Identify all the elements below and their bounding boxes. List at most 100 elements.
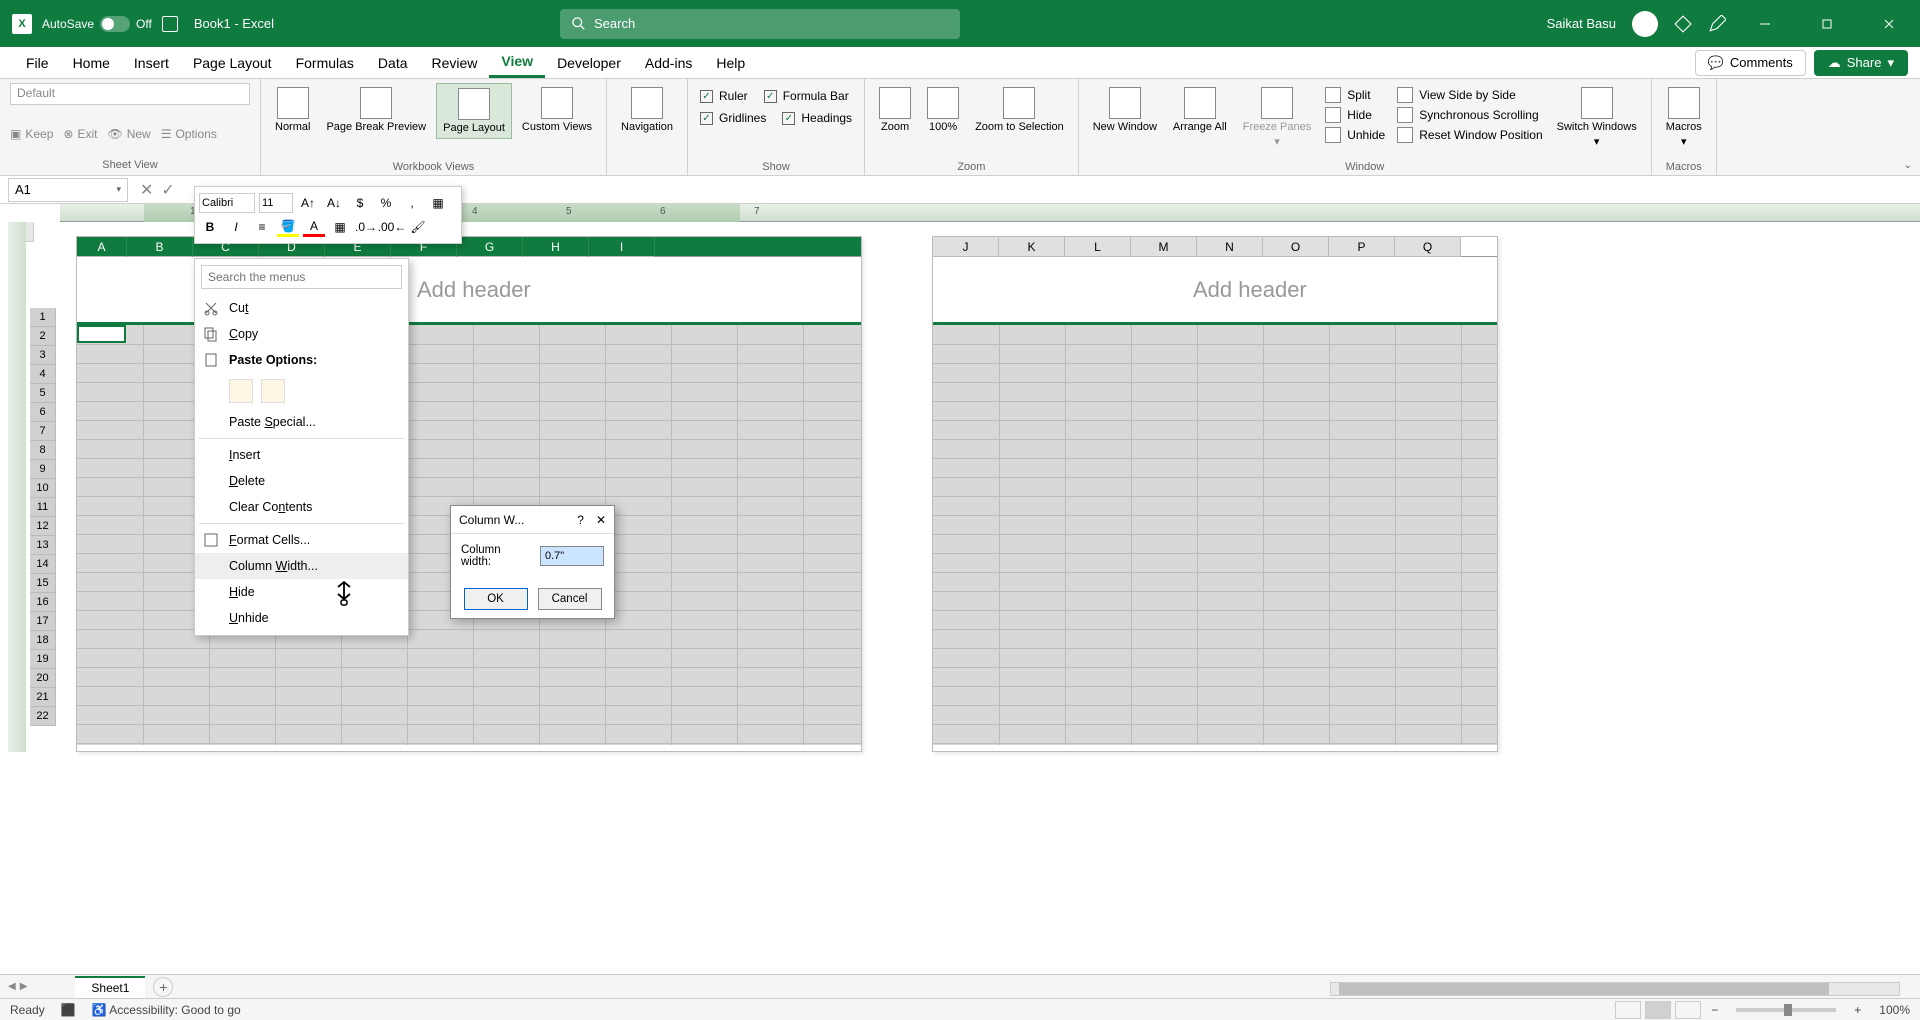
normal-view-icon[interactable] xyxy=(1615,1001,1641,1019)
collapse-ribbon-icon[interactable]: ⌄ xyxy=(1904,160,1912,171)
font-color-icon[interactable]: A xyxy=(303,217,325,237)
zoom-slider[interactable] xyxy=(1736,1008,1836,1012)
col-header-M[interactable]: M xyxy=(1131,237,1197,257)
tab-insert[interactable]: Insert xyxy=(122,49,181,77)
tab-data[interactable]: Data xyxy=(366,49,420,77)
page-2-grid[interactable] xyxy=(933,325,1497,745)
cancel-button[interactable]: Cancel xyxy=(538,588,602,610)
pencil-icon[interactable] xyxy=(1708,15,1726,33)
row-header-14[interactable]: 14 xyxy=(30,555,56,574)
tab-formulas[interactable]: Formulas xyxy=(284,49,366,77)
page-layout-button[interactable]: Page Layout xyxy=(436,83,512,139)
accessibility-status[interactable]: ♿ Accessibility: Good to go xyxy=(92,1003,241,1017)
page-2-header[interactable]: Add header xyxy=(933,257,1497,325)
increase-font-icon[interactable]: A↑ xyxy=(297,193,319,213)
split-button[interactable]: Split xyxy=(1325,87,1385,103)
next-sheet-icon[interactable]: ▶ xyxy=(20,981,28,992)
mini-font-select[interactable] xyxy=(199,193,255,213)
currency-icon[interactable]: $ xyxy=(349,193,371,213)
page-break-button[interactable]: Page Break Preview xyxy=(320,83,432,137)
menu-column-width[interactable]: Column Width... xyxy=(195,553,408,579)
format-painter-icon[interactable]: 🖌 xyxy=(407,217,429,237)
tab-review[interactable]: Review xyxy=(420,49,490,77)
prev-sheet-icon[interactable]: ◀ xyxy=(8,981,16,992)
row-header-11[interactable]: 11 xyxy=(30,498,56,517)
tab-view[interactable]: View xyxy=(489,47,545,78)
italic-icon[interactable]: I xyxy=(225,217,247,237)
comments-button[interactable]: 💬 Comments xyxy=(1695,50,1806,76)
menu-delete[interactable]: Delete xyxy=(195,468,408,494)
tab-file[interactable]: File xyxy=(14,49,61,77)
col-header-Q[interactable]: Q xyxy=(1395,237,1461,257)
zoom-level[interactable]: 100% xyxy=(1871,1003,1910,1017)
mini-size-select[interactable] xyxy=(259,193,293,213)
row-header-7[interactable]: 7 xyxy=(30,422,56,441)
maximize-button[interactable] xyxy=(1804,0,1850,47)
row-header-12[interactable]: 12 xyxy=(30,517,56,536)
row-header-8[interactable]: 8 xyxy=(30,441,56,460)
col-header-O[interactable]: O xyxy=(1263,237,1329,257)
page-break-view-icon[interactable] xyxy=(1675,1001,1701,1019)
col-header-P[interactable]: P xyxy=(1329,237,1395,257)
menu-hide[interactable]: Hide xyxy=(195,579,408,605)
enter-icon[interactable]: ✓ xyxy=(161,180,174,200)
row-header-13[interactable]: 13 xyxy=(30,536,56,555)
ok-button[interactable]: OK xyxy=(464,588,528,610)
bold-icon[interactable]: B xyxy=(199,217,221,237)
row-header-1[interactable]: 1 xyxy=(30,308,56,327)
tab-help[interactable]: Help xyxy=(704,49,757,77)
menu-cut[interactable]: Cut xyxy=(195,295,408,321)
search-box[interactable]: Search xyxy=(560,9,960,39)
row-header-6[interactable]: 6 xyxy=(30,403,56,422)
row-header-10[interactable]: 10 xyxy=(30,479,56,498)
row-header-21[interactable]: 21 xyxy=(30,688,56,707)
sheet-tab-1[interactable]: Sheet1 xyxy=(75,976,145,998)
column-width-input[interactable] xyxy=(540,546,604,566)
col-header-N[interactable]: N xyxy=(1197,237,1263,257)
row-header-4[interactable]: 4 xyxy=(30,365,56,384)
new-window-button[interactable]: New Window xyxy=(1087,83,1163,137)
comma-icon[interactable]: , xyxy=(401,193,423,213)
menu-insert[interactable]: Insert xyxy=(195,442,408,468)
minimize-button[interactable] xyxy=(1742,0,1788,47)
name-box[interactable]: A1▾ xyxy=(8,178,128,202)
col-header-B[interactable]: B xyxy=(127,237,193,257)
col-header-H[interactable]: H xyxy=(523,237,589,257)
tab-developer[interactable]: Developer xyxy=(545,49,633,77)
hide-button[interactable]: Hide xyxy=(1325,107,1385,123)
ruler-checkbox[interactable]: ✓Ruler xyxy=(700,89,748,103)
decrease-font-icon[interactable]: A↓ xyxy=(323,193,345,213)
menu-search-input[interactable] xyxy=(201,265,402,289)
macro-record-icon[interactable]: ⬛ xyxy=(61,1003,76,1017)
col-header-J[interactable]: J xyxy=(933,237,999,257)
row-header-19[interactable]: 19 xyxy=(30,650,56,669)
gridlines-checkbox[interactable]: ✓Gridlines xyxy=(700,111,766,125)
merge-icon[interactable]: ▦ xyxy=(427,193,449,213)
save-icon[interactable] xyxy=(162,16,178,32)
autosave-toggle[interactable]: AutoSave Off xyxy=(42,16,152,32)
row-header-15[interactable]: 15 xyxy=(30,574,56,593)
increase-decimal-icon[interactable]: .0→ xyxy=(355,217,377,237)
sheet-view-dropdown[interactable]: Default xyxy=(10,83,250,105)
switch-windows-button[interactable]: Switch Windows ▾ xyxy=(1551,83,1643,152)
normal-view-button[interactable]: Normal xyxy=(269,83,316,137)
headings-checkbox[interactable]: ✓Headings xyxy=(782,111,852,125)
zoom-selection-button[interactable]: Zoom to Selection xyxy=(969,83,1070,137)
row-header-18[interactable]: 18 xyxy=(30,631,56,650)
zoom-out-icon[interactable]: − xyxy=(1705,1003,1724,1017)
menu-unhide[interactable]: Unhide xyxy=(195,605,408,631)
arrange-all-button[interactable]: Arrange All xyxy=(1167,83,1233,137)
user-name[interactable]: Saikat Basu xyxy=(1547,16,1616,31)
menu-clear-contents[interactable]: Clear Contents xyxy=(195,494,408,520)
horizontal-scrollbar[interactable] xyxy=(1330,982,1900,996)
decrease-decimal-icon[interactable]: .00← xyxy=(381,217,403,237)
percent-icon[interactable]: % xyxy=(375,193,397,213)
fill-color-icon[interactable]: 🪣 xyxy=(277,217,299,237)
cancel-icon[interactable]: ✕ xyxy=(140,180,153,200)
col-header-A[interactable]: A xyxy=(77,237,127,257)
menu-copy[interactable]: Copy xyxy=(195,321,408,347)
custom-views-button[interactable]: Custom Views xyxy=(516,83,598,137)
tab-page-layout[interactable]: Page Layout xyxy=(181,49,284,77)
col-header-K[interactable]: K xyxy=(999,237,1065,257)
paste-option-1[interactable] xyxy=(229,379,253,403)
